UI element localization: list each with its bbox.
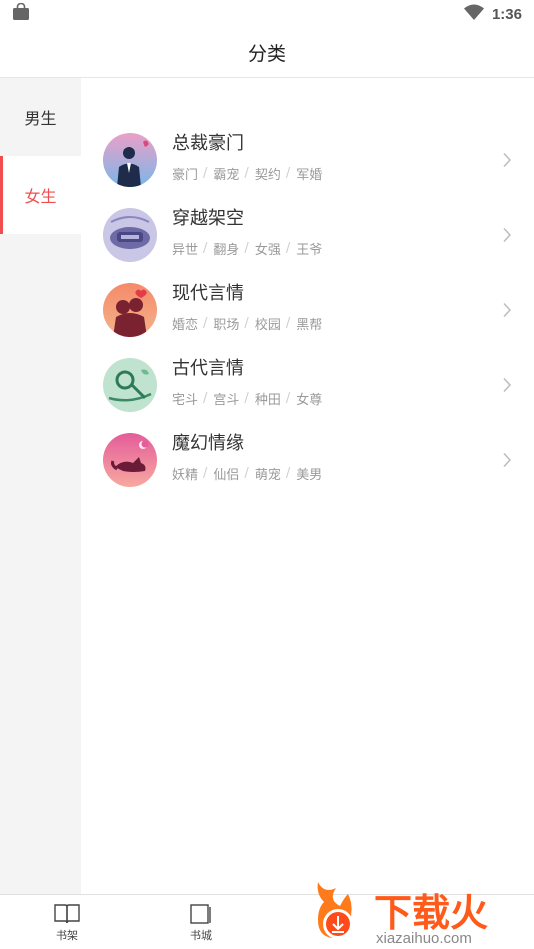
category-tags: 宅斗 / 宫斗 / 种田 / 女尊	[172, 389, 323, 408]
category-tag[interactable]: 女尊	[296, 389, 322, 408]
category-tag[interactable]: 美男	[296, 464, 322, 483]
category-tags: 异世 / 翻身 / 女强 / 王爷	[172, 239, 323, 258]
sidebar-item-male[interactable]: 男生	[0, 78, 81, 156]
category-tag[interactable]: 宫斗	[213, 389, 239, 408]
category-tag[interactable]: 霸宠	[213, 164, 239, 183]
category-row-time-travel[interactable]: 穿越架空 异世 / 翻身 / 女强 / 王爷	[81, 199, 534, 274]
category-content: 总裁豪门 豪门 / 霸宠 / 契约 / 军婚 穿越架空 异世 / 翻身 / 女强…	[81, 78, 534, 894]
category-tag[interactable]: 宅斗	[172, 389, 198, 408]
nav-item-bookshelf[interactable]: 书架	[37, 903, 97, 943]
category-tags: 婚恋 / 职场 / 校园 / 黑帮	[172, 314, 323, 333]
nav-label: 书城	[190, 929, 212, 942]
category-tag[interactable]: 萌宠	[255, 464, 281, 483]
title-bar: 分类	[0, 28, 534, 78]
status-bar: 1:36	[0, 0, 534, 28]
category-tag[interactable]: 婚恋	[172, 314, 198, 333]
chevron-right-icon	[503, 452, 512, 468]
category-name: 魔幻情缘	[172, 433, 244, 454]
chevron-right-icon	[503, 227, 512, 243]
status-time: 1:36	[491, 5, 522, 23]
category-tag[interactable]: 妖精	[172, 464, 198, 483]
chevron-right-icon	[503, 377, 512, 393]
modern-romance-icon	[103, 283, 157, 337]
category-row-ceo[interactable]: 总裁豪门 豪门 / 霸宠 / 契约 / 军婚	[81, 124, 534, 199]
category-tag[interactable]: 仙侣	[213, 464, 239, 483]
category-name: 现代言情	[172, 283, 244, 304]
category-tags: 豪门 / 霸宠 / 契约 / 军婚	[172, 164, 323, 183]
category-tag[interactable]: 军婚	[296, 164, 322, 183]
category-name: 总裁豪门	[172, 133, 244, 154]
sidebar-item-label: 男生	[24, 109, 57, 128]
svg-text:下载火: 下载火	[374, 891, 488, 935]
category-row-modern-romance[interactable]: 现代言情 婚恋 / 职场 / 校园 / 黑帮	[81, 274, 534, 349]
category-tags: 妖精 / 仙侣 / 萌宠 / 美男	[172, 464, 323, 483]
sidebar-item-label: 女生	[24, 187, 57, 206]
svg-text:xiazaihuo.com: xiazaihuo.com	[376, 930, 472, 946]
nav-item-bookstore[interactable]: 书城	[171, 903, 231, 943]
category-tag[interactable]: 王爷	[296, 239, 322, 258]
sidebar-item-female[interactable]: 女生	[0, 156, 81, 234]
page-title: 分类	[247, 43, 286, 65]
category-tag[interactable]: 女强	[255, 239, 281, 258]
bookshelf-icon	[54, 904, 80, 924]
category-tag[interactable]: 职场	[213, 314, 239, 333]
category-tag[interactable]: 黑帮	[296, 314, 322, 333]
ceo-icon	[103, 133, 157, 187]
wifi-icon	[463, 4, 484, 24]
category-name: 古代言情	[172, 358, 244, 379]
chevron-right-icon	[503, 152, 512, 168]
category-sidebar: 男生 女生	[0, 78, 81, 894]
category-list: 总裁豪门 豪门 / 霸宠 / 契约 / 军婚 穿越架空 异世 / 翻身 / 女强…	[81, 124, 534, 499]
category-tag[interactable]: 校园	[255, 314, 281, 333]
watermark-logo: 下载火 xiazaihuo.com	[314, 880, 532, 947]
nav-label: 书架	[56, 929, 78, 942]
category-row-fantasy-romance[interactable]: 魔幻情缘 妖精 / 仙侣 / 萌宠 / 美男	[81, 424, 534, 499]
category-name: 穿越架空	[172, 208, 244, 229]
ancient-romance-icon	[103, 358, 157, 412]
category-tag[interactable]: 豪门	[172, 164, 198, 183]
category-row-ancient-romance[interactable]: 古代言情 宅斗 / 宫斗 / 种田 / 女尊	[81, 349, 534, 424]
notification-bag-icon	[12, 2, 30, 25]
category-tag[interactable]: 种田	[255, 389, 281, 408]
bookstore-icon	[190, 904, 211, 924]
fantasy-romance-icon	[103, 433, 157, 487]
chevron-right-icon	[503, 302, 512, 318]
category-tag[interactable]: 异世	[172, 239, 198, 258]
time-travel-icon	[103, 208, 157, 262]
category-tag[interactable]: 翻身	[213, 239, 239, 258]
category-tag[interactable]: 契约	[255, 164, 281, 183]
